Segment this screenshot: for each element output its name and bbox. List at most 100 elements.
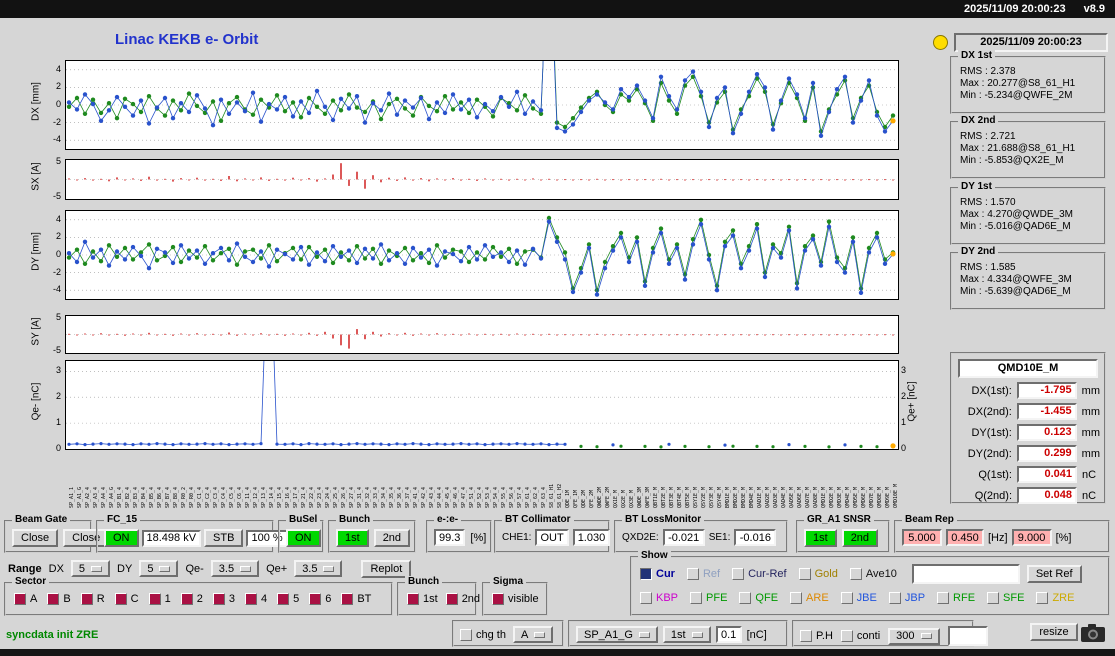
qmd-row-label: DX(1st): bbox=[971, 384, 1012, 397]
conti-checkbox[interactable]: conti bbox=[840, 630, 880, 642]
checkbox-ave10[interactable]: Ave10 bbox=[849, 568, 897, 580]
checkbox-cur[interactable]: Cur bbox=[640, 568, 675, 580]
checkbox-are[interactable]: ARE bbox=[790, 592, 829, 604]
qmd-row-label: DX(2nd): bbox=[967, 405, 1012, 418]
x-axis-label: SP_21_4 bbox=[301, 486, 307, 508]
stat-group-title: DX 2nd bbox=[958, 115, 999, 126]
gr-snsr-1st-button[interactable]: 1st bbox=[804, 529, 837, 547]
tick-label: 1 bbox=[55, 417, 61, 428]
selected-monitor-name: QMD10E_M bbox=[958, 359, 1098, 378]
x-axis-label: SP_C6_4 bbox=[237, 486, 243, 508]
qmd-row: Q(1st): 0.041 nC bbox=[956, 466, 1100, 483]
x-axis-label: QWFE_3M bbox=[645, 486, 651, 508]
sy-steering-plot[interactable] bbox=[65, 315, 899, 354]
sx-steering-plot[interactable] bbox=[65, 159, 899, 200]
set-ref-button[interactable]: Set Ref bbox=[1026, 565, 1082, 583]
checkbox-sfe[interactable]: SFE bbox=[987, 592, 1024, 604]
chg-th-checkbox[interactable]: chg th bbox=[460, 628, 506, 641]
beam-gate-close-button-1[interactable]: Close bbox=[12, 529, 59, 547]
bunch-2nd-button[interactable]: 2nd bbox=[373, 529, 411, 547]
checkbox-2nd[interactable]: 2nd bbox=[445, 593, 480, 605]
checkbox-ref[interactable]: Ref bbox=[686, 568, 720, 580]
checkbox-2[interactable]: 2 bbox=[180, 593, 203, 605]
x-axis-label: SP_14_4 bbox=[269, 486, 275, 508]
checkbox-r[interactable]: R bbox=[80, 593, 105, 605]
checkbox-pfe[interactable]: PFE bbox=[690, 592, 727, 604]
bunch-1st-button[interactable]: 1st bbox=[336, 529, 369, 547]
set-ref-input[interactable] bbox=[911, 564, 1020, 584]
checkbox-jbp[interactable]: JBP bbox=[888, 592, 925, 604]
aux-input[interactable] bbox=[947, 626, 988, 646]
x-axis-label: QWDE_2M bbox=[597, 486, 603, 508]
dx-orbit-plot[interactable] bbox=[65, 0, 899, 150]
qmd-row: DX(1st): -1.795 mm bbox=[956, 382, 1100, 399]
dy-orbit-plot[interactable] bbox=[65, 210, 899, 300]
tick-label: 4 bbox=[55, 213, 61, 224]
checkbox-6[interactable]: 6 bbox=[309, 593, 331, 605]
ph-checkbox[interactable]: P.H bbox=[800, 630, 833, 642]
checkbox-5[interactable]: 5 bbox=[277, 593, 299, 605]
tick-label: -2 bbox=[52, 266, 61, 277]
range-dy-select[interactable]: 5 bbox=[139, 560, 179, 577]
range-qe-minus-select[interactable]: 3.5 bbox=[210, 560, 260, 577]
sector-letter-select[interactable]: A bbox=[512, 626, 554, 643]
replot-button[interactable]: Replot bbox=[361, 559, 412, 578]
bpm-select[interactable]: SP_A1_G bbox=[576, 626, 658, 643]
checkbox-zre[interactable]: ZRE bbox=[1036, 592, 1074, 604]
checkbox-box-icon bbox=[407, 593, 419, 605]
checkbox-label: R bbox=[96, 593, 105, 605]
checkbox-box-icon bbox=[888, 592, 901, 604]
charge-plot[interactable] bbox=[65, 214, 899, 450]
bunch-number-select[interactable]: 1st bbox=[662, 626, 711, 643]
x-axis-label: SP_24_4 bbox=[325, 486, 331, 508]
qmd-row-unit: mm bbox=[1081, 447, 1100, 460]
checkbox-b[interactable]: B bbox=[47, 593, 71, 605]
beam-rep-pct-unit: [%] bbox=[1055, 531, 1072, 544]
gr-snsr-title: GR_A1 SNSR bbox=[804, 514, 874, 525]
checkbox-box-icon bbox=[445, 593, 458, 605]
checkbox-c[interactable]: C bbox=[114, 593, 139, 605]
checkbox-visible[interactable]: visible bbox=[492, 593, 539, 605]
qxd2e-label: QXD2E: bbox=[622, 532, 659, 543]
resize-button[interactable]: resize bbox=[1030, 623, 1078, 641]
x-axis-label: SP_22_4 bbox=[309, 486, 315, 508]
checkbox-box-icon bbox=[148, 593, 161, 605]
sector-title: Sector bbox=[12, 576, 50, 587]
gr-snsr-2nd-button[interactable]: 2nd bbox=[841, 529, 879, 547]
checkbox-label: 5 bbox=[293, 593, 300, 605]
checkbox-cur-ref[interactable]: Cur-Ref bbox=[732, 568, 787, 580]
tick-label: 2 bbox=[55, 391, 61, 402]
checkbox-gold[interactable]: Gold bbox=[798, 568, 838, 580]
charge-threshold-value[interactable]: 0.1 bbox=[715, 626, 742, 643]
checkbox-box-icon bbox=[798, 568, 811, 580]
beam-rep-readout-3: 9.000 bbox=[1011, 529, 1052, 546]
checkbox-bt[interactable]: BT bbox=[341, 593, 371, 605]
busel-on-button[interactable]: ON bbox=[286, 529, 321, 547]
count-select[interactable]: 300 bbox=[888, 627, 940, 645]
checkbox-1st[interactable]: 1st bbox=[407, 593, 438, 605]
range-dx-select[interactable]: 5 bbox=[70, 560, 111, 577]
x-axis-label: SP_51_4 bbox=[469, 486, 475, 508]
x-axis-label: QMD10E_M bbox=[893, 483, 897, 508]
x-axis-label: QBT2E_M bbox=[661, 486, 667, 508]
checkbox-box-icon bbox=[790, 592, 803, 604]
checkbox-jbe[interactable]: JBE bbox=[840, 592, 877, 604]
fc15-on-button[interactable]: ON bbox=[104, 529, 139, 547]
range-qe-plus-select[interactable]: 3.5 bbox=[294, 560, 343, 577]
checkbox-1[interactable]: 1 bbox=[148, 593, 171, 605]
ee-ratio-group: e-:e- 99.3 [%] bbox=[426, 514, 492, 553]
checkbox-box-icon bbox=[180, 593, 193, 605]
checkbox-kbp[interactable]: KBP bbox=[640, 592, 678, 604]
x-axis-label: QAD1E_M bbox=[757, 486, 763, 508]
checkbox-a[interactable]: A bbox=[14, 593, 37, 605]
stat-line: Min : -5.853@QX2E_M bbox=[960, 155, 1064, 166]
checkbox-rfe[interactable]: RFE bbox=[937, 592, 975, 604]
fc15-stb-button[interactable]: STB bbox=[204, 529, 244, 547]
checkbox-qfe[interactable]: QFE bbox=[739, 592, 778, 604]
checkbox-4[interactable]: 4 bbox=[244, 593, 267, 605]
checkbox-3[interactable]: 3 bbox=[212, 593, 235, 605]
checkbox-box-icon bbox=[309, 593, 322, 605]
stat-line: Min : -5.234@QWFE_2M bbox=[960, 90, 1073, 101]
camera-button[interactable] bbox=[1080, 622, 1107, 646]
x-axis-label: BMD4E_M bbox=[749, 486, 755, 508]
